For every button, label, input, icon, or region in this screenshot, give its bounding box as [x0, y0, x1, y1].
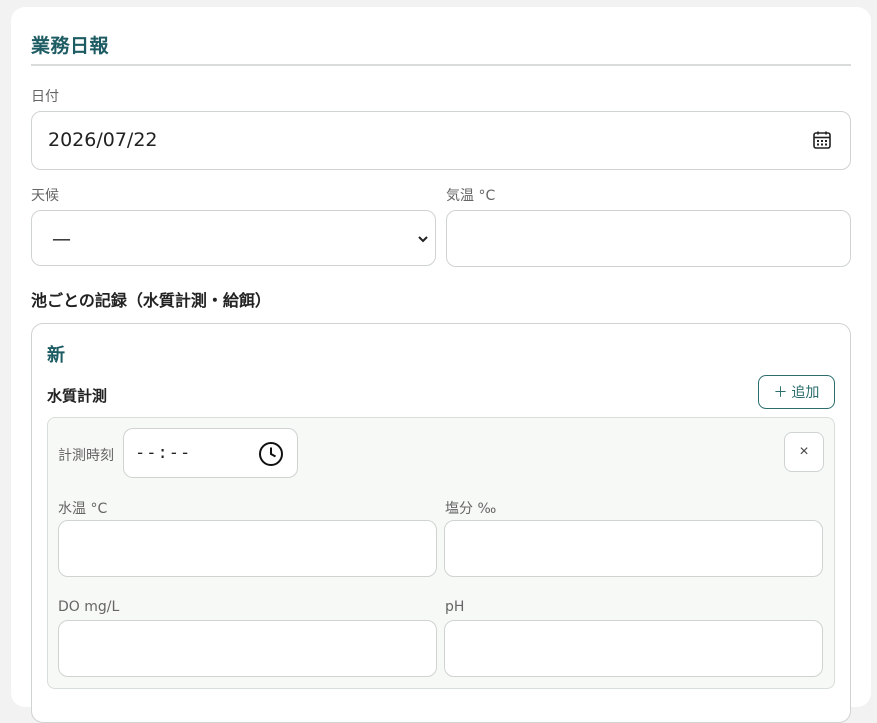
- water-temp-input[interactable]: [58, 520, 437, 577]
- remove-measurement-button[interactable]: ×: [784, 432, 824, 472]
- ph-input[interactable]: [444, 620, 823, 677]
- measure-time-value: --:--: [135, 443, 192, 463]
- pond-name: 新: [47, 345, 65, 366]
- date-field[interactable]: 2026/07/22: [31, 111, 851, 170]
- chevron-down-icon: [418, 236, 428, 243]
- measurement-entry: 計測時刻 --:-- × 水温 °C 塩分 ‰ DO mg/L pH: [47, 417, 835, 689]
- temperature-input[interactable]: [446, 210, 851, 267]
- date-value: 2026/07/22: [48, 129, 158, 151]
- do-input[interactable]: [58, 620, 437, 677]
- date-label: 日付: [31, 89, 59, 105]
- weather-select[interactable]: —: [31, 210, 436, 266]
- do-label: DO mg/L: [58, 599, 120, 615]
- measure-time-label: 計測時刻: [58, 448, 114, 464]
- daily-report-card: 業務日報 日付 2026/07/22 天候 — 気温 °C 池ごとの記録（水質計…: [11, 7, 871, 723]
- salinity-label: 塩分 ‰: [445, 501, 497, 517]
- weather-label: 天候: [31, 188, 59, 204]
- title-divider: [31, 64, 851, 66]
- water-temp-label: 水温 °C: [58, 501, 108, 517]
- ph-label: pH: [445, 599, 465, 615]
- ponds-section-title: 池ごとの記録（水質計測・給餌）: [31, 291, 271, 310]
- pond-card: 新 水質計測 ＋ 追加 計測時刻 --:-- × 水温 °C 塩分 ‰ DO m…: [31, 323, 851, 723]
- clock-icon[interactable]: [258, 441, 284, 467]
- calendar-icon[interactable]: [812, 130, 832, 150]
- page-title: 業務日報: [31, 35, 110, 57]
- temperature-label: 気温 °C: [446, 188, 496, 204]
- weather-selected-value: —: [52, 228, 71, 250]
- add-measurement-button[interactable]: ＋ 追加: [758, 375, 835, 409]
- salinity-input[interactable]: [444, 520, 823, 577]
- measure-time-input[interactable]: --:--: [123, 428, 298, 478]
- water-quality-title: 水質計測: [47, 387, 108, 405]
